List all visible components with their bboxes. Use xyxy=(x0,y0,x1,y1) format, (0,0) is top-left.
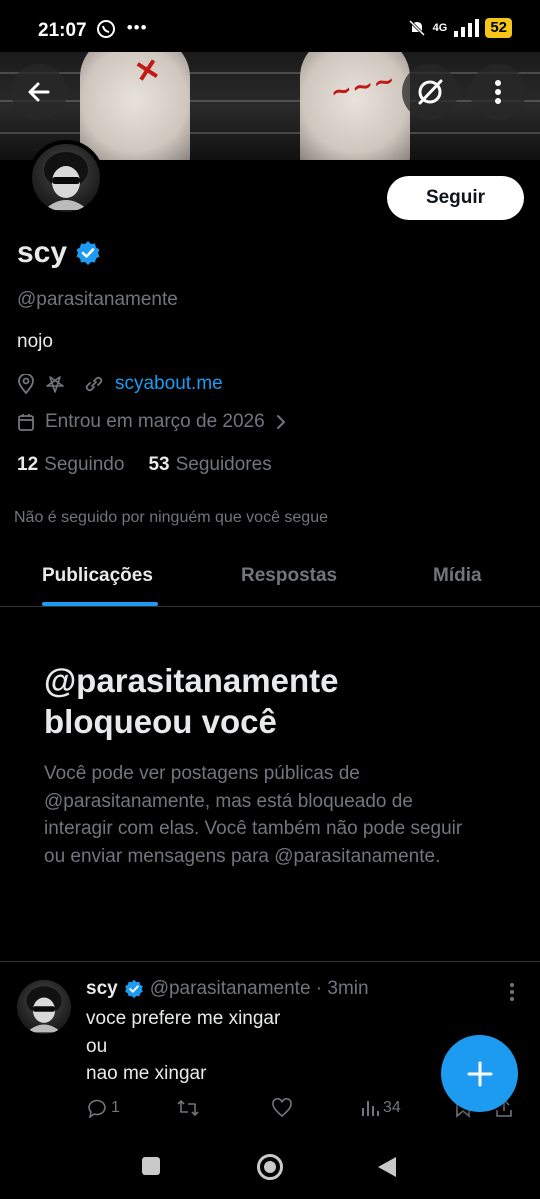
verified-badge-icon xyxy=(124,979,143,999)
views-count: 34 xyxy=(383,1099,401,1116)
follow-button[interactable]: Seguir xyxy=(387,176,524,220)
post-text-line: ou xyxy=(86,1036,108,1057)
muted-bell-icon xyxy=(408,19,425,37)
profile-name: scy xyxy=(17,236,68,269)
blocked-description: Você pode ver postagens públicas de @par… xyxy=(44,763,463,867)
home-circle-icon xyxy=(257,1154,283,1180)
post-text-line: voce prefere me xingar xyxy=(86,1008,281,1029)
whatsapp-icon xyxy=(97,19,115,38)
post-author-name[interactable]: scy xyxy=(86,978,118,1000)
link-icon xyxy=(85,376,103,392)
profile-bio: nojo xyxy=(17,331,53,352)
more-vertical-icon xyxy=(495,80,501,104)
blocked-title-line1: @parasitanamente xyxy=(44,662,339,699)
active-tab-indicator xyxy=(42,602,158,606)
tab-publicacoes[interactable]: Publicações xyxy=(42,565,153,587)
battery-indicator: 52 xyxy=(485,18,512,38)
triangle-back-icon xyxy=(378,1157,396,1177)
notification-icons: ••• xyxy=(96,18,148,39)
profile-avatar[interactable] xyxy=(28,140,104,216)
reply-count: 1 xyxy=(111,1099,120,1116)
heart-icon xyxy=(272,1098,292,1118)
divider xyxy=(0,961,540,962)
blocked-title: @parasitanamente bloqueou você xyxy=(44,660,504,742)
status-bar: 21:07 ••• 4G 52 xyxy=(0,0,540,56)
post-avatar[interactable] xyxy=(17,980,71,1034)
compose-button[interactable] xyxy=(441,1035,518,1112)
profile-meta-joined[interactable]: Entrou em março de 2026 xyxy=(17,411,287,433)
location-icon xyxy=(18,374,34,394)
grok-icon xyxy=(418,79,443,105)
blocked-title-line2: bloqueou você xyxy=(44,703,277,740)
followers-count: 53 xyxy=(148,454,170,475)
post-actions: 1 34 xyxy=(86,1098,516,1122)
more-vertical-icon xyxy=(510,983,514,1001)
reply-button[interactable]: 1 xyxy=(86,1098,120,1118)
status-time: 21:07 xyxy=(38,20,87,41)
chevron-right-icon xyxy=(276,415,286,429)
recent-apps-button[interactable] xyxy=(141,1156,161,1181)
tab-respostas[interactable]: Respostas xyxy=(241,565,337,587)
more-options-button[interactable] xyxy=(470,64,526,120)
more-notifications-icon: ••• xyxy=(126,18,148,37)
post-meta: @parasitanamente · 3min xyxy=(149,978,369,999)
profile-tabs: Publicações Respostas Mídia xyxy=(0,555,540,607)
avatar-image xyxy=(26,986,62,1033)
joined-date: Entrou em março de 2026 xyxy=(45,411,265,432)
back-nav-button[interactable] xyxy=(376,1155,398,1184)
verified-badge-icon[interactable] xyxy=(75,240,101,266)
plus-icon xyxy=(467,1061,492,1086)
signal-icon xyxy=(454,19,480,37)
banner-hand-right xyxy=(300,52,410,160)
profile-handle: @parasitanamente xyxy=(17,289,178,310)
pentagram-icon xyxy=(46,376,64,393)
avatar-image xyxy=(44,152,88,210)
not-followed-notice: Não é seguido por ninguém que você segue xyxy=(14,509,328,526)
back-button[interactable] xyxy=(11,64,67,120)
square-icon xyxy=(142,1157,160,1175)
like-button[interactable] xyxy=(271,1098,293,1118)
post-header: scy @parasitanamente · 3min xyxy=(86,978,369,1000)
repost-icon xyxy=(177,1100,199,1116)
following-link[interactable]: 12 Seguindo xyxy=(17,454,124,476)
tab-midia[interactable]: Mídia xyxy=(433,565,482,587)
followers-label: Seguidores xyxy=(175,454,272,475)
post-text-line: nao me xingar xyxy=(86,1063,207,1084)
system-navigation-bar xyxy=(0,1130,540,1199)
post-more-button[interactable] xyxy=(503,980,521,1004)
reply-icon xyxy=(88,1099,106,1118)
profile-link[interactable]: scyabout.me xyxy=(115,373,223,395)
following-count: 12 xyxy=(17,454,39,475)
followers-link[interactable]: 53 Seguidores xyxy=(148,454,271,476)
profile-meta-location: scyabout.me xyxy=(17,373,223,395)
following-label: Seguindo xyxy=(44,454,125,475)
profile-stats: 12 Seguindo 53 Seguidores xyxy=(17,454,272,476)
views-icon xyxy=(362,1101,379,1116)
home-button[interactable] xyxy=(256,1153,284,1186)
repost-button[interactable] xyxy=(176,1098,200,1118)
calendar-icon xyxy=(18,414,34,431)
network-type: 4G xyxy=(432,22,448,34)
views-button[interactable]: 34 xyxy=(360,1098,401,1118)
profile-name-row: scy xyxy=(17,236,101,270)
grok-button[interactable] xyxy=(402,64,458,120)
system-indicators: 4G 52 xyxy=(407,18,512,38)
arrow-left-icon xyxy=(28,82,50,102)
